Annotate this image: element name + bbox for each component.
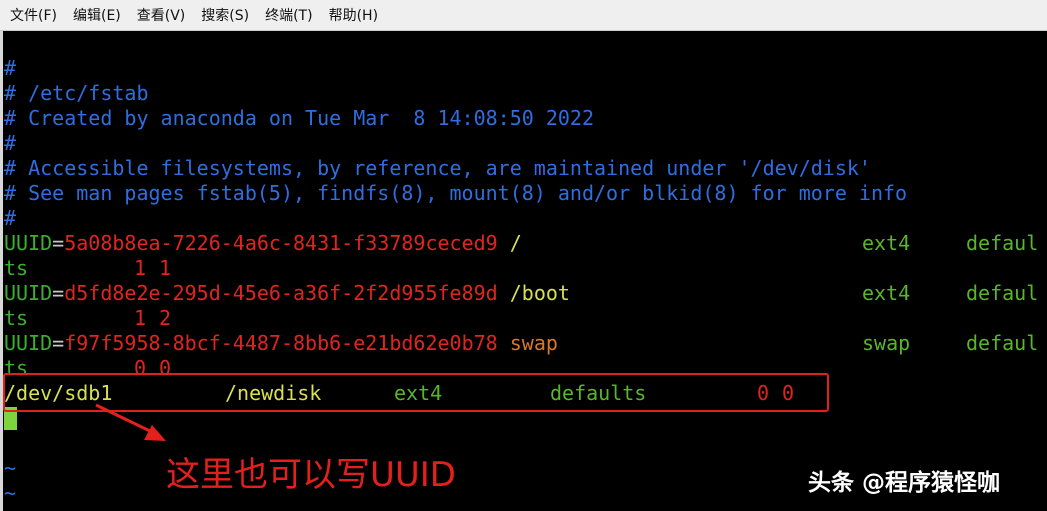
uuid-key: UUID xyxy=(4,281,53,305)
fs-type: swap xyxy=(862,331,911,355)
uuid-value: d5fd8e2e-295d-45e6-a36f-2f2d955fe89d xyxy=(64,281,498,305)
dump-value: 1 xyxy=(134,306,147,330)
uuid-key: UUID xyxy=(4,231,53,255)
mount-point: / xyxy=(509,231,522,255)
mount-options-wrap: ts xyxy=(4,256,29,280)
fstab-entry-swap: UUID=f97f5958-8bcf-4487-8bb6-e21bd62e0b7… xyxy=(4,331,1038,356)
annotation-text: 这里也可以写UUID xyxy=(166,455,456,495)
uuid-key: UUID xyxy=(4,331,53,355)
equals-sign: = xyxy=(52,231,65,255)
menu-view[interactable]: 查看(V) xyxy=(137,3,186,27)
comment-line: # /etc/fstab xyxy=(4,81,149,105)
equals-sign: = xyxy=(52,281,65,305)
menu-help[interactable]: 帮助(H) xyxy=(329,3,378,27)
fstab-entry-boot: UUID=d5fd8e2e-295d-45e6-a36f-2f2d955fe89… xyxy=(4,281,1038,306)
mount-options-wrap: ts xyxy=(4,306,29,330)
comment-line: # See man pages fstab(5), findfs(8), mou… xyxy=(4,181,908,205)
terminal-view[interactable]: # # /etc/fstab # Created by anaconda on … xyxy=(4,56,1047,511)
menu-file[interactable]: 文件(F) xyxy=(10,3,57,27)
empty-line-tilde: ~ xyxy=(4,456,17,480)
dump-value: 1 xyxy=(134,256,147,280)
uuid-value: 5a08b8ea-7226-4a6c-8431-f33789ceced9 xyxy=(64,231,498,255)
mount-options: defaul xyxy=(966,231,1039,255)
fs-type: ext4 xyxy=(862,281,911,305)
fstab-entry-root-wrap: ts 1 1 xyxy=(4,256,171,281)
fstab-entry-root: UUID=5a08b8ea-7226-4a6c-8431-f33789ceced… xyxy=(4,231,1038,256)
mount-point: swap xyxy=(509,331,558,355)
menu-edit[interactable]: 编辑(E) xyxy=(73,3,121,27)
fs-type: ext4 xyxy=(862,231,911,255)
menu-bar: 文件(F) 编辑(E) 查看(V) 搜索(S) 终端(T) 帮助(H) xyxy=(0,0,1047,31)
mount-point: /boot xyxy=(509,281,570,305)
comment-line: # Created by anaconda on Tue Mar 8 14:08… xyxy=(4,106,595,130)
window-left-edge xyxy=(0,31,3,511)
menu-search[interactable]: 搜索(S) xyxy=(201,3,249,27)
uuid-value: f97f5958-8bcf-4487-8bb6-e21bd62e0b78 xyxy=(64,331,498,355)
comment-line: # xyxy=(4,206,17,230)
mount-options: defaul xyxy=(966,281,1039,305)
pass-value: 2 xyxy=(159,306,172,330)
equals-sign: = xyxy=(52,331,65,355)
menu-terminal[interactable]: 终端(T) xyxy=(265,3,312,27)
comment-line: # xyxy=(4,56,17,80)
pass-value: 1 xyxy=(159,256,172,280)
comment-line: # Accessible filesystems, by reference, … xyxy=(4,156,871,180)
highlight-box xyxy=(3,373,829,412)
mount-options: defaul xyxy=(966,331,1039,355)
comment-line: # xyxy=(4,131,17,155)
empty-line-tilde: ~ xyxy=(4,481,17,505)
fstab-entry-boot-wrap: ts 1 2 xyxy=(4,306,171,331)
watermark-logo: 头条 @程序猿怪咖 xyxy=(808,470,1001,496)
